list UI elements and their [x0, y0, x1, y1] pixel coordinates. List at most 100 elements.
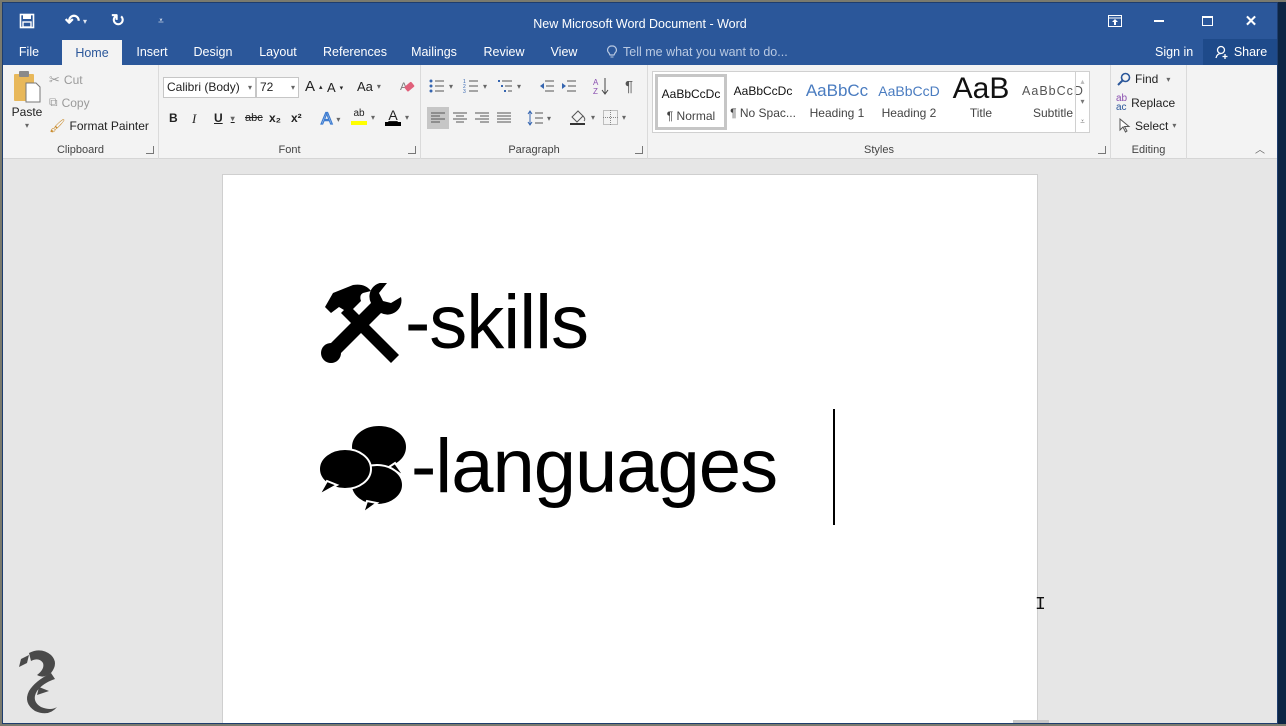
style-no-spacing[interactable]: AaBbCcDc ¶ No Spac...	[727, 74, 799, 130]
borders-button[interactable]: ▾	[603, 110, 626, 125]
line-spacing-button[interactable]: ▾	[527, 110, 551, 126]
sign-in-link[interactable]: Sign in	[1155, 39, 1193, 65]
font-color-button[interactable]: A ▾	[385, 108, 409, 126]
collapse-ribbon-button[interactable]: ︿	[1255, 141, 1265, 156]
more-styles-icon[interactable]: ⩡	[1080, 117, 1085, 127]
scroll-down-icon[interactable]: ▾	[1080, 97, 1084, 106]
styles-launcher-icon[interactable]: .	[1098, 146, 1106, 154]
numbering-icon: 123	[463, 79, 478, 93]
tab-file[interactable]: File	[11, 39, 47, 65]
align-left-button[interactable]	[427, 107, 449, 129]
ribbon-tabs: File Home Insert Design Layout Reference…	[3, 39, 1277, 65]
document-page[interactable]: -skills -languages	[222, 174, 1038, 723]
multilevel-list-icon	[498, 80, 512, 92]
redo-button[interactable]: ↻	[106, 11, 130, 31]
highlight-button[interactable]: ab ▾	[351, 109, 375, 125]
undo-button[interactable]: ↶ ▾	[59, 11, 93, 31]
style-heading-1[interactable]: AaBbCc Heading 1	[801, 74, 873, 130]
paragraph-group: ▾ 1 2 3 ▾ ▾ AZ ¶ ▾ ▾ ▾ Paragraph	[421, 65, 648, 159]
clipboard-launcher-icon[interactable]: .	[146, 146, 154, 154]
highlighter-icon: ab	[351, 109, 367, 125]
styles-label: Styles	[864, 144, 894, 156]
style-heading-2[interactable]: AaBbCcD Heading 2	[873, 74, 945, 130]
tab-references[interactable]: References	[321, 39, 389, 65]
justify-button[interactable]	[497, 112, 511, 124]
tab-insert[interactable]: Insert	[131, 39, 173, 65]
tab-review[interactable]: Review	[481, 39, 527, 65]
underline-button[interactable]: U ▾	[214, 111, 235, 125]
text-effects-button[interactable]: A ▾	[320, 108, 340, 129]
text-caret	[833, 409, 835, 525]
multilevel-list-button[interactable]: ▾	[497, 79, 521, 93]
tab-mailings[interactable]: Mailings	[406, 39, 462, 65]
align-right-button[interactable]	[475, 112, 489, 124]
text-effects-icon: A	[320, 108, 333, 128]
style-normal[interactable]: AaBbCcDc ¶ Normal	[655, 74, 727, 130]
paste-icon	[14, 71, 41, 103]
italic-button[interactable]: I	[192, 111, 196, 127]
magnifier-icon	[1117, 72, 1131, 86]
cut-button[interactable]: ✂ Cut	[49, 72, 83, 88]
find-button[interactable]: Find ▾	[1117, 72, 1170, 86]
save-icon	[19, 13, 35, 29]
scroll-up-icon[interactable]: ▴	[1080, 77, 1084, 86]
styles-gallery: AaBbCcDc ¶ Normal AaBbCcDc ¶ No Spac... …	[652, 71, 1090, 133]
copy-button[interactable]: ⧉ Copy	[49, 95, 90, 110]
numbering-button[interactable]: 1 2 3 ▾	[463, 79, 487, 93]
bold-button[interactable]: B	[169, 111, 178, 125]
clipboard-group: Paste ▾ ✂ Cut ⧉ Copy 🖌 Format Painter Clipb…	[3, 65, 159, 159]
clear-formatting-button[interactable]: A	[399, 78, 415, 94]
show-hide-marks-button[interactable]: ¶	[625, 78, 633, 95]
document-line-languages: -languages	[317, 419, 778, 513]
tab-view[interactable]: View	[546, 39, 582, 65]
tell-me-search[interactable]: Tell me what you want to do...	[607, 39, 788, 65]
align-left-icon	[431, 112, 445, 123]
subscript-button[interactable]: x₂	[269, 111, 281, 125]
increase-indent-icon	[562, 80, 576, 92]
save-button[interactable]	[15, 11, 39, 31]
change-case-button[interactable]: Aa ▾	[357, 79, 381, 94]
align-center-button[interactable]	[453, 112, 467, 124]
sort-button[interactable]: AZ	[593, 77, 609, 95]
replace-button[interactable]: ab ac Replace	[1116, 94, 1175, 113]
paintbrush-icon: 🖌	[49, 118, 66, 133]
font-size-combo[interactable]: 72 ▾	[256, 77, 299, 98]
font-name-combo[interactable]: Calibri (Body) ▾	[163, 77, 256, 98]
increase-indent-button[interactable]	[561, 79, 577, 93]
shading-button[interactable]: ▾	[569, 109, 595, 126]
paragraph-label: Paragraph	[508, 144, 560, 156]
maximize-button[interactable]	[1187, 9, 1227, 33]
font-color-icon: A	[385, 108, 401, 126]
share-button[interactable]: Share	[1203, 39, 1277, 65]
svg-text:A: A	[593, 78, 599, 87]
close-button[interactable]: ✕	[1231, 9, 1271, 33]
maximize-icon	[1201, 16, 1213, 26]
bullets-button[interactable]: ▾	[429, 79, 453, 93]
font-launcher-icon[interactable]: .	[408, 146, 416, 154]
tab-design[interactable]: Design	[189, 39, 237, 65]
grow-font-button[interactable]: A ▴	[305, 78, 323, 95]
shrink-font-button[interactable]: A ▾	[327, 80, 343, 95]
svg-text:Z: Z	[593, 87, 598, 95]
paste-button[interactable]: Paste ▾	[9, 69, 45, 130]
skills-text: -skills	[405, 280, 589, 365]
select-button[interactable]: Select ▾	[1119, 118, 1176, 133]
ribbon-display-options-button[interactable]	[1095, 9, 1135, 33]
style-title[interactable]: AaB Title	[945, 74, 1017, 130]
tab-layout[interactable]: Layout	[255, 39, 301, 65]
languages-text: -languages	[411, 423, 778, 509]
decrease-indent-button[interactable]	[539, 79, 555, 93]
strikethrough-button[interactable]: abc	[245, 112, 263, 124]
tab-home[interactable]: Home	[62, 40, 122, 65]
align-right-icon	[475, 112, 489, 123]
paste-dropdown-icon[interactable]: ▾	[25, 121, 29, 130]
document-line-skills: -skills	[319, 279, 589, 366]
paragraph-launcher-icon[interactable]: .	[635, 146, 643, 154]
minimize-button[interactable]	[1139, 9, 1179, 33]
superscript-button[interactable]: x²	[291, 111, 302, 125]
format-painter-button[interactable]: 🖌 Format Painter	[49, 118, 149, 134]
horizontal-scrollbar-thumb[interactable]	[1013, 720, 1049, 723]
styles-group: AaBbCcDc ¶ Normal AaBbCcDc ¶ No Spac... …	[648, 65, 1111, 159]
customize-qat-button[interactable]: ⩡	[153, 11, 169, 31]
ibeam-cursor-icon: I	[1035, 595, 1046, 615]
